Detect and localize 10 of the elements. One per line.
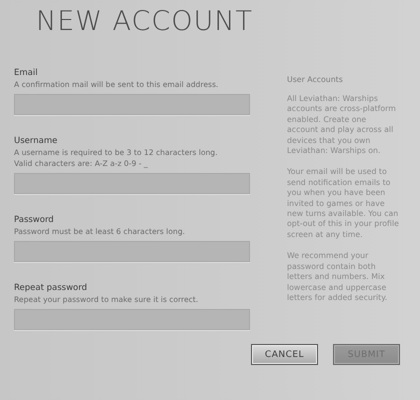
field-label: Password (14, 214, 54, 226)
field-label: Username (14, 135, 58, 147)
input-field[interactable] (14, 241, 250, 262)
input-field[interactable] (14, 94, 250, 115)
page-title: NEW ACCOUNT (36, 6, 253, 37)
input-field[interactable] (14, 309, 250, 330)
field-label: Repeat password (14, 282, 87, 294)
input-field[interactable] (14, 173, 250, 194)
cancel-button[interactable]: CANCEL (251, 344, 318, 365)
field-label: Email (14, 67, 38, 79)
